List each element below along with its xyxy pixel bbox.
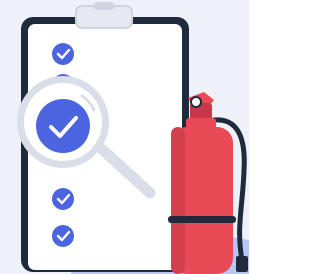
- checklist-check-circle: [52, 188, 74, 210]
- extinguisher-band: [168, 216, 236, 223]
- clipboard-clip-top: [94, 2, 114, 10]
- extinguisher-nozzle: [236, 256, 248, 272]
- checklist-check-circle: [52, 43, 74, 65]
- illustration: [0, 0, 249, 274]
- extinguisher-gauge: [190, 96, 202, 108]
- magnifier-check-circle: [36, 99, 90, 153]
- extinguisher-shade: [171, 127, 185, 274]
- checklist-check-circle: [52, 225, 74, 247]
- inspection-illustration: [0, 0, 249, 274]
